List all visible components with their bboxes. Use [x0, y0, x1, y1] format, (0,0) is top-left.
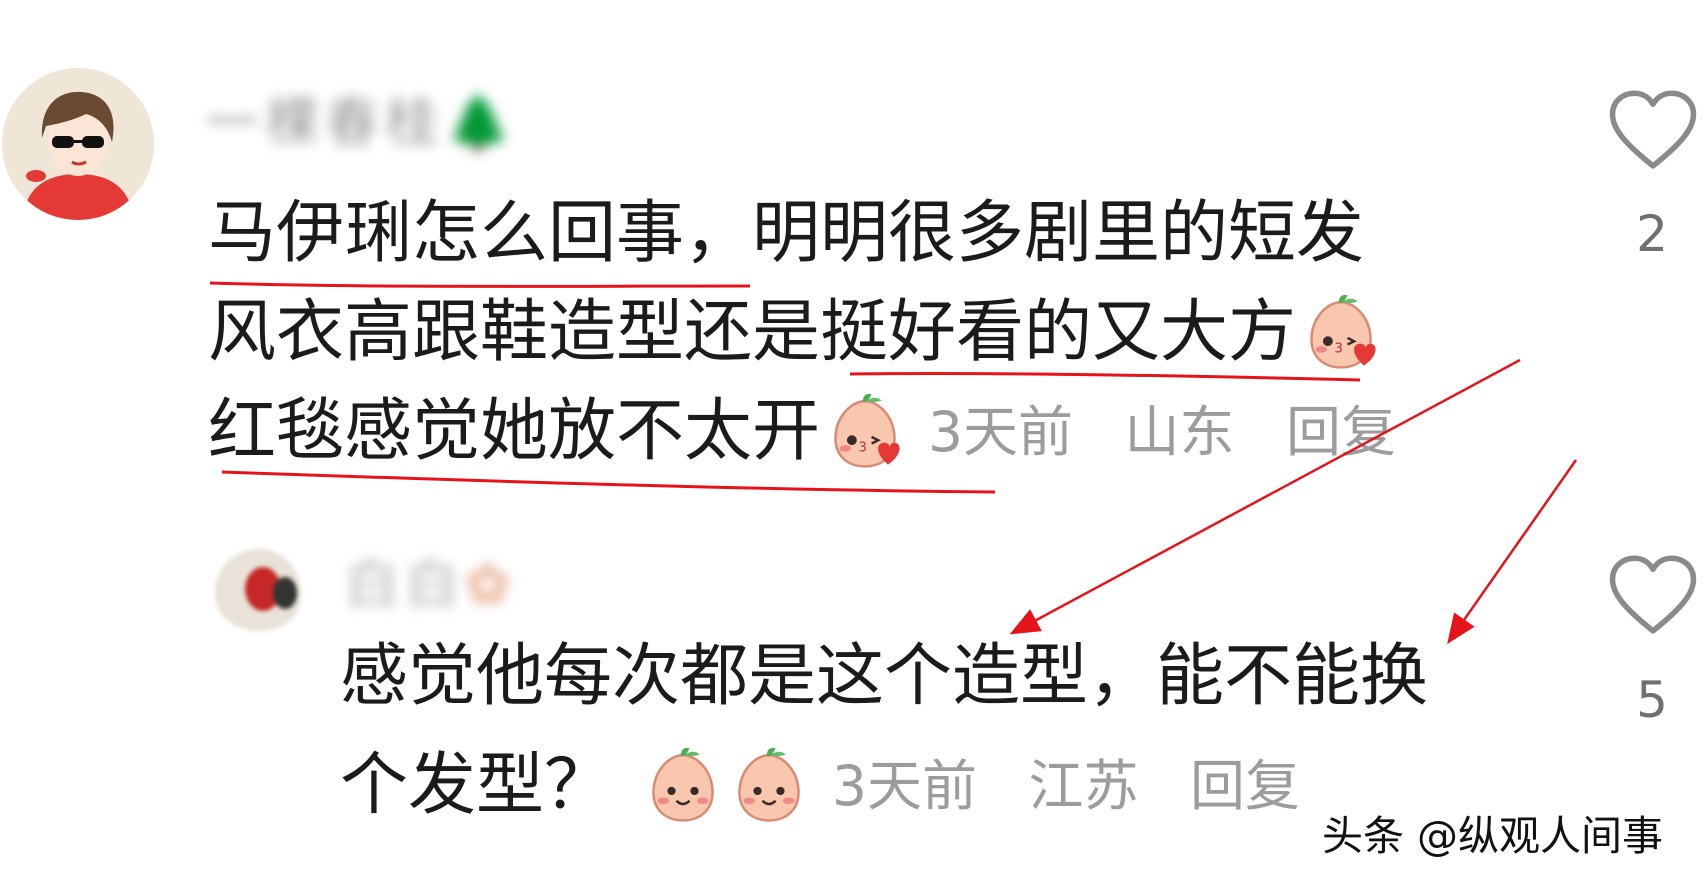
- comment-meta: 3天前 山东 回复: [928, 404, 1396, 460]
- reply-username-text[interactable]: 白白: [345, 553, 465, 616]
- reply-meta: 3天前 江苏 回复: [832, 758, 1300, 814]
- comment-location: 山东: [1124, 399, 1235, 464]
- tree-emoji-icon: 🌲: [445, 91, 519, 154]
- peach-kiss-sticker-icon: [1300, 292, 1382, 374]
- tiger-emoji-icon: ✿: [465, 553, 517, 616]
- underline-3: [221, 470, 996, 494]
- watermark: 头条 @纵观人间事: [1322, 812, 1664, 860]
- like-count: 2: [1636, 205, 1668, 263]
- comment-text-line-2: 风衣高跟鞋造型还是挺好看的又大方: [208, 293, 1297, 372]
- reply-time: 3天前: [832, 753, 978, 818]
- comment-text-line: 马伊琍怎么回事，明明很多剧里的短发: [208, 200, 1364, 268]
- like-heart-icon[interactable]: [1607, 88, 1699, 172]
- underline-1: [209, 281, 751, 288]
- reply-text-line-2: 个发型？: [340, 746, 613, 825]
- arrow-2: [1447, 459, 1578, 645]
- reply-reply-button[interactable]: 回复: [1190, 754, 1300, 818]
- avatar[interactable]: [2, 68, 154, 220]
- reply-text-line-1: 感觉他每次都是这个造型，能不能换: [340, 637, 1429, 716]
- peach-smile-sticker-icon: [642, 745, 724, 827]
- underline-2: [849, 371, 1361, 382]
- reply-location: 江苏: [1028, 753, 1139, 818]
- comment-username[interactable]: 一棵春桂🌲: [205, 78, 518, 157]
- reply-like-heart-icon[interactable]: [1607, 553, 1699, 637]
- reply-button[interactable]: 回复: [1286, 400, 1396, 464]
- reply-like-count: 5: [1636, 671, 1668, 729]
- reply-username[interactable]: 白白✿: [345, 540, 516, 619]
- comment-text-line: 红毯感觉她放不太开 3天前 山东 回复: [208, 391, 1396, 473]
- reply-text-line: 感觉他每次都是这个造型，能不能换: [340, 643, 1428, 711]
- peach-smile-sticker-icon: [728, 745, 810, 827]
- avatar-image-icon: [205, 533, 313, 641]
- comment-text-line-1: 马伊琍怎么回事，明明很多剧里的短发: [208, 194, 1365, 273]
- username-text[interactable]: 一棵春桂: [205, 91, 445, 154]
- reply-avatar[interactable]: [205, 533, 313, 641]
- peach-kiss-sticker-icon: [824, 391, 906, 473]
- reply-text-line: 个发型？ 3天前 江苏 回复: [340, 745, 1300, 827]
- comment-text-line-3: 红毯感觉她放不太开: [208, 392, 821, 471]
- avatar-illustration-icon: [2, 68, 154, 220]
- comment-time: 3天前: [928, 399, 1074, 464]
- comment-text-line: 风衣高跟鞋造型还是挺好看的又大方: [208, 292, 1382, 374]
